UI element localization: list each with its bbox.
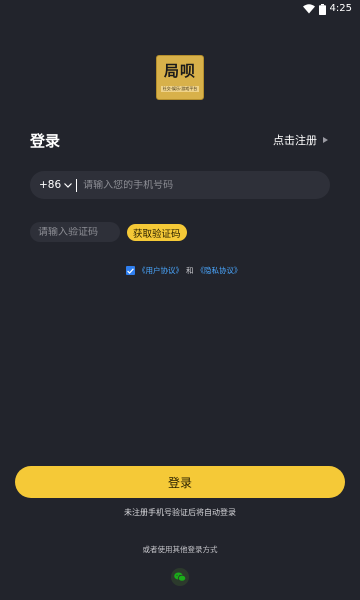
agreement-row: 《用户协议》 和 《隐私协议》	[126, 265, 242, 276]
text-cursor	[76, 178, 78, 192]
wechat-icon	[174, 572, 186, 582]
battery-icon	[318, 3, 326, 15]
other-login-text: 或者使用其他登录方式	[142, 545, 218, 554]
logo-tagline: 社交·娱乐·游戏平台	[160, 86, 200, 92]
status-bar: 4:25	[0, 0, 360, 18]
status-icons: 4:25	[302, 3, 352, 15]
logo-text: 局呗	[163, 62, 196, 80]
user-agreement-link[interactable]: 《用户协议》	[138, 265, 183, 276]
auto-register-note: 未注册手机号验证后将自动登录	[124, 508, 236, 517]
app-logo: 局呗 社交·娱乐·游戏平台	[156, 55, 204, 100]
play-triangle-icon	[323, 137, 328, 143]
chevron-down-icon	[64, 182, 73, 188]
phone-field: +86	[30, 171, 330, 199]
status-time: 4:25	[329, 3, 352, 14]
country-code-selector[interactable]: +86	[39, 179, 73, 191]
login-button[interactable]: 登录	[15, 466, 345, 498]
register-link[interactable]: 点击注册	[273, 132, 328, 148]
phone-input[interactable]	[83, 179, 304, 191]
privacy-agreement-link[interactable]: 《隐私协议》	[197, 265, 242, 276]
code-input[interactable]	[38, 226, 116, 238]
code-field	[30, 222, 120, 242]
wifi-icon	[302, 4, 315, 14]
agreement-and-text: 和	[186, 266, 194, 275]
page-title: 登录	[30, 132, 61, 150]
checkmark-icon	[127, 267, 134, 274]
wechat-login-button[interactable]	[171, 568, 189, 586]
country-code: +86	[39, 179, 62, 191]
register-link-label: 点击注册	[273, 134, 317, 147]
get-code-button[interactable]: 获取验证码	[127, 224, 187, 241]
agreement-checkbox[interactable]	[126, 266, 135, 275]
